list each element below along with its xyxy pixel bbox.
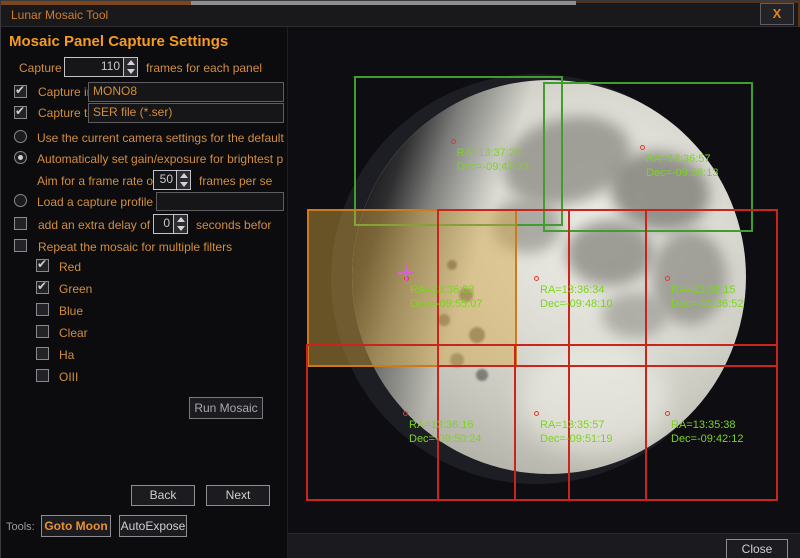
panel-ra: RA=13:36:34 — [540, 284, 605, 296]
use-current-settings-radio[interactable] — [14, 130, 27, 143]
capture-settings-panel: Mosaic Panel Capture Settings Capture 11… — [1, 27, 288, 558]
auto-gain-exposure-label: Automatically set gain/exposure for brig… — [37, 152, 284, 166]
capture-in-label: Capture in — [38, 85, 94, 99]
filter-checkbox-red[interactable] — [36, 257, 49, 272]
close-window-button[interactable]: X — [760, 3, 794, 25]
spin-down-icon[interactable] — [174, 224, 187, 233]
use-current-settings-label: Use the current camera settings for the … — [37, 131, 284, 145]
filter-checkbox-green[interactable] — [36, 279, 49, 294]
panel-ra: RA=13:36:15 — [671, 284, 736, 296]
close-icon: X — [772, 6, 782, 21]
profile-field[interactable] — [156, 192, 284, 211]
panel-center-marker — [450, 139, 456, 144]
tools-label: Tools: — [6, 521, 35, 533]
panel-dec: Dec=-09:47:23 — [456, 161, 529, 173]
filter-label: Ha — [59, 348, 75, 362]
capture-to-checkbox[interactable] — [14, 104, 27, 119]
panel-dec: Dec=-09:38:13 — [646, 167, 719, 179]
extra-delay-spinner[interactable]: 0 — [153, 214, 188, 234]
panel-coords-label: RA=13:36:57 Dec=-09:38:13 — [646, 152, 718, 180]
autoexpose-button[interactable]: AutoExpose — [119, 515, 187, 537]
extra-delay-checkbox[interactable] — [14, 217, 27, 230]
filter-checkbox-ha[interactable] — [36, 347, 49, 360]
extra-delay-label-before: add an extra delay of — [38, 218, 151, 232]
panel-dec: Dec=-09:50:24 — [409, 432, 482, 445]
extra-delay-label-after: seconds befor — [196, 218, 272, 232]
load-profile-radio[interactable] — [14, 194, 27, 207]
panel-dec: Dec=-09:51:19 — [540, 432, 613, 445]
settings-header: Mosaic Panel Capture Settings — [9, 33, 229, 50]
scope-position-cross — [398, 265, 414, 281]
next-button[interactable]: Next — [206, 485, 270, 506]
capture-format-field[interactable]: MONO8 — [88, 82, 284, 102]
capture-file-field[interactable]: SER file (*.ser) — [88, 103, 284, 123]
spinner-arrows[interactable] — [176, 171, 190, 189]
filter-label: OIII — [59, 370, 79, 384]
panel-center-marker — [665, 276, 670, 281]
close-button[interactable]: Close — [726, 539, 788, 558]
panel-ra: RA=13:36:53 — [410, 284, 475, 296]
panel-center-marker — [534, 410, 539, 416]
filter-checkbox-clear[interactable] — [36, 325, 49, 338]
filter-checkbox-blue[interactable] — [36, 303, 49, 316]
top-edge-strip-gray — [191, 1, 576, 5]
panel-dec: Dec=-09:55:07 — [410, 298, 483, 310]
panel-center-marker — [534, 276, 539, 281]
run-mosaic-button[interactable]: Run Mosaic — [189, 397, 263, 419]
spin-up-icon[interactable] — [177, 171, 190, 180]
panel-coords-label: RA=13:36:34 Dec=-09:48:10 — [540, 283, 612, 311]
goto-moon-button[interactable]: Goto Moon — [41, 515, 111, 537]
top-edge-strip-orange — [1, 1, 191, 5]
panel-ra: RA=13:36:16 — [409, 418, 474, 431]
back-button[interactable]: Back — [131, 485, 195, 506]
panel-coords-label: RA=13:37:25 Dec=-09:47:23 — [457, 146, 529, 174]
frames-count-value[interactable]: 110 — [65, 58, 123, 76]
top-edge-strip-dark — [576, 1, 800, 3]
filter-label: Clear — [59, 326, 88, 340]
filter-label: Green — [59, 282, 93, 296]
frame-rate-spinner[interactable]: 50 — [153, 170, 191, 190]
mosaic-view[interactable]: RA=13:37:25 Dec=-09:47:23 RA=13:36:57 Dec=-… — [288, 27, 800, 533]
panel-ra: RA=13:37:25 — [456, 147, 522, 159]
panel-center-marker — [403, 410, 408, 416]
spin-down-icon[interactable] — [124, 67, 137, 76]
auto-gain-exposure-radio[interactable] — [14, 151, 27, 164]
panel-dec: Dec=-09:48:10 — [540, 298, 613, 310]
filter-label: Red — [59, 260, 82, 274]
panel-center-marker — [665, 410, 670, 416]
capture-frames-label-before: Capture — [19, 61, 62, 75]
panel-ra: RA=13:35:38 — [671, 418, 736, 431]
panel-coords-label: RA=13:35:38 Dec=-09:42:12 — [671, 418, 743, 446]
panel-ra: RA=13:36:57 — [646, 153, 711, 165]
panel-center-marker — [640, 145, 645, 150]
spin-up-icon[interactable] — [124, 58, 137, 67]
panel-coords-label: RA=13:36:16 Dec=-09:50:24 — [409, 418, 481, 446]
capture-to-label: Capture to — [38, 106, 95, 120]
window-title: Lunar Mosaic Tool — [11, 8, 109, 22]
capture-in-checkbox[interactable] — [14, 83, 27, 98]
spinner-arrows[interactable] — [123, 58, 137, 76]
frame-rate-value[interactable]: 50 — [154, 171, 176, 189]
frame-rate-label-before: Aim for a frame rate of — [37, 174, 157, 188]
lunar-mosaic-tool-window: Lunar Mosaic Tool X Mosaic Panel Capture… — [0, 0, 800, 558]
repeat-filters-checkbox[interactable] — [14, 239, 27, 252]
filter-label: Blue — [59, 304, 84, 318]
load-profile-label: Load a capture profile : — [37, 195, 160, 209]
filter-checkbox-oiii[interactable] — [36, 369, 49, 382]
spin-up-icon[interactable] — [174, 215, 187, 224]
panel-dec: Dec=-09:42:12 — [671, 432, 744, 445]
panel-coords-label: RA=13:36:53 Dec=-09:55:07 — [410, 283, 482, 311]
spin-down-icon[interactable] — [177, 180, 190, 189]
repeat-filters-label: Repeat the mosaic for multiple filters — [38, 240, 233, 254]
bottom-bar: Close — [288, 533, 800, 558]
panel-coords-label: RA=13:36:15 Dec=-09:36:52 — [671, 283, 743, 311]
panel-coords-label: RA=13:35:57 Dec=-09:51:19 — [540, 418, 612, 446]
extra-delay-value[interactable]: 0 — [154, 215, 173, 233]
capture-frames-label-after: frames for each panel — [146, 61, 263, 75]
frame-rate-label-after: frames per se — [199, 174, 273, 188]
frames-count-spinner[interactable]: 110 — [64, 57, 138, 77]
spinner-arrows[interactable] — [173, 215, 187, 233]
panel-dec: Dec=-09:36:52 — [671, 298, 744, 310]
panel-ra: RA=13:35:57 — [540, 418, 605, 431]
